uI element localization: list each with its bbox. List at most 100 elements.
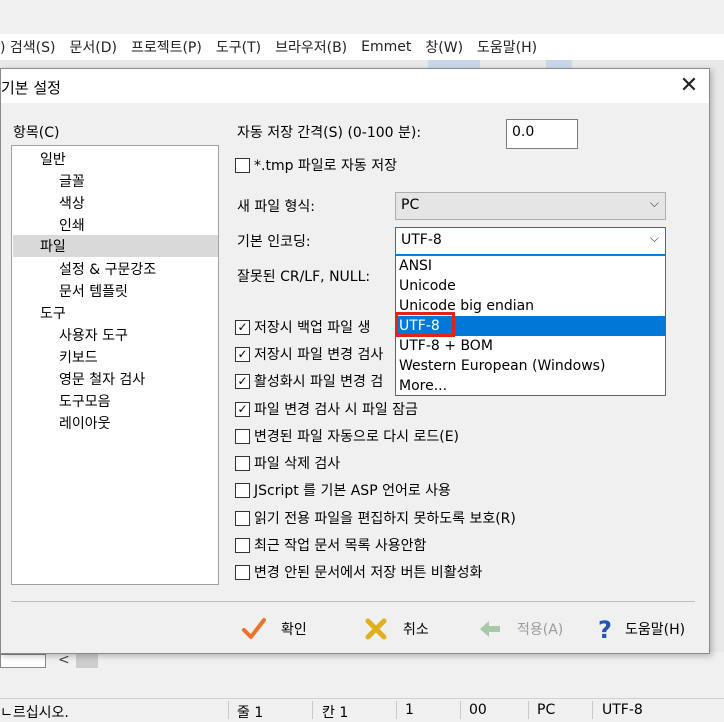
checkbox-box: ✓ (235, 319, 250, 335)
protect-readonly-label: 읽기 전용 파일을 편집하지 못하도록 보호(R) (254, 511, 516, 527)
checkbox-box (235, 482, 250, 498)
checkbox-box: ✓ (235, 346, 250, 362)
encoding-option-unicode[interactable]: Unicode (396, 276, 665, 296)
new-file-format-select[interactable]: PC ⌵ (395, 192, 666, 220)
check-change-on-save-checkbox[interactable]: ✓ 저장시 파일 변경 검사 (235, 344, 383, 364)
checkbox-box (235, 157, 250, 173)
tree-item-spell-check[interactable]: 영문 철자 검사 (59, 369, 145, 389)
status-value-2: 00 (469, 702, 487, 718)
encoding-option-ansi[interactable]: ANSI (396, 256, 665, 276)
new-file-format-value: PC (401, 197, 420, 213)
tree-item-layout[interactable]: 레이아웃 (59, 413, 111, 433)
svg-text:?: ? (598, 616, 612, 642)
cancel-button[interactable]: 취소 (363, 614, 429, 644)
status-column: 칸 1 (322, 705, 349, 721)
scroll-box (0, 654, 46, 668)
crlf-null-label: 잘못된 CR/LF, NULL: (237, 269, 371, 285)
tree-label: 항목(C) (13, 125, 60, 141)
status-line: 줄 1 (237, 705, 264, 721)
checkbox-box: ✓ (235, 373, 250, 389)
menu-item-emmet[interactable]: Emmet (361, 39, 411, 55)
auto-reload-checkbox[interactable]: 변경된 파일 자동으로 다시 로드(E) (235, 426, 459, 446)
tree-item-font[interactable]: 글꼴 (59, 171, 85, 191)
checkmark-icon (241, 616, 267, 642)
checkbox-box (235, 510, 250, 526)
lock-file-checkbox[interactable]: ✓ 파일 변경 검사 시 파일 잠금 (235, 399, 418, 419)
horizontal-scrollbar[interactable]: < (0, 652, 100, 668)
checkbox-box (235, 455, 250, 471)
check-deleted-checkbox[interactable]: 파일 삭제 검사 (235, 453, 340, 473)
status-file-format: PC (537, 702, 556, 718)
checkbox-box (235, 564, 250, 580)
tree-item-file[interactable]: 파일 (40, 236, 66, 256)
protect-readonly-checkbox[interactable]: 읽기 전용 파일을 편집하지 못하도록 보호(R) (235, 508, 516, 528)
disable-save-unchanged-label: 변경 안된 문서에서 저장 버튼 비활성화 (254, 565, 483, 581)
lock-file-label: 파일 변경 검사 시 파일 잠금 (254, 402, 418, 418)
editor-vertical-scrollbar[interactable] (708, 72, 724, 672)
status-encoding: UTF-8 (602, 702, 643, 718)
dialog-title-bar: 기본 설정 ✕ (1, 69, 709, 103)
cross-icon (363, 616, 389, 642)
check-change-on-activate-label: 활성화시 파일 변경 검 (254, 374, 384, 390)
question-icon: ? (593, 616, 619, 642)
autosave-interval-input[interactable]: 0.0 (506, 119, 578, 149)
autosave-interval-label: 자동 저장 간격(S) (0-100 분): (237, 125, 422, 141)
check-change-on-activate-checkbox[interactable]: ✓ 활성화시 파일 변경 검 (235, 371, 383, 391)
ok-button-label: 확인 (281, 622, 307, 638)
encoding-option-western-european[interactable]: Western European (Windows) (396, 356, 665, 376)
backup-on-save-checkbox[interactable]: ✓ 저장시 백업 파일 생 (235, 317, 370, 337)
menu-item-tools[interactable]: 도구(T) (216, 37, 261, 57)
scroll-left-arrow-icon[interactable]: < (58, 652, 70, 668)
auto-reload-label: 변경된 파일 자동으로 다시 로드(E) (254, 429, 460, 445)
category-tree: 일반 글꼴 색상 인쇄 파일 설정 & 구문강조 문서 템플릿 도구 사용자 도… (11, 145, 219, 585)
disable-recent-list-checkbox[interactable]: 최근 작업 문서 목록 사용안함 (235, 535, 426, 555)
close-icon[interactable]: ✕ (669, 69, 709, 103)
tmp-autosave-label: *.tmp 파일로 자동 저장 (254, 158, 397, 174)
new-file-format-label: 새 파일 형식: (237, 199, 316, 215)
menu-item-help[interactable]: 도움말(H) (477, 37, 537, 57)
help-button[interactable]: ? 도움말(H) (593, 614, 685, 644)
default-encoding-label: 기본 인코딩: (237, 234, 311, 250)
checkbox-box: ✓ (235, 401, 250, 417)
button-divider (11, 601, 695, 602)
default-encoding-select[interactable]: UTF-8 ⌵ (395, 227, 666, 255)
tree-item-print[interactable]: 인쇄 (59, 215, 85, 235)
backup-on-save-label: 저장시 백업 파일 생 (254, 320, 371, 336)
chevron-down-icon: ⌵ (649, 196, 659, 210)
preferences-dialog: 기본 설정 ✕ 항목(C) 일반 글꼴 색상 인쇄 파일 설정 & 구문강조 문… (0, 68, 710, 654)
tree-item-user-tools[interactable]: 사용자 도구 (59, 325, 128, 345)
editor-bottom-area (0, 652, 724, 698)
encoding-option-utf8-bom[interactable]: UTF-8 + BOM (396, 336, 665, 356)
jscript-asp-label: JScript 를 기본 ASP 언어로 사용 (254, 483, 451, 499)
tree-item-general[interactable]: 일반 (40, 149, 66, 169)
apply-button-label: 적용(A) (517, 622, 564, 638)
status-hint: ㄴ르십시오. (0, 705, 69, 721)
encoding-option-more[interactable]: More... (396, 376, 665, 396)
tree-item-keyboard[interactable]: 키보드 (59, 347, 98, 367)
scroll-thumb[interactable] (76, 654, 98, 668)
tree-item-templates[interactable]: 문서 템플릿 (59, 281, 128, 301)
check-deleted-label: 파일 삭제 검사 (254, 456, 341, 472)
apply-button[interactable]: 적용(A) (477, 614, 563, 644)
menu-item-window[interactable]: 창(W) (425, 37, 463, 57)
status-bar: ㄴ르십시오. 줄 1 칸 1 1 00 PC UTF-8 (0, 698, 724, 721)
tree-item-toolbars[interactable]: 도구모음 (59, 391, 111, 411)
ok-button[interactable]: 확인 (241, 614, 307, 644)
help-button-label: 도움말(H) (625, 622, 686, 638)
disable-save-unchanged-checkbox[interactable]: 변경 안된 문서에서 저장 버튼 비활성화 (235, 562, 482, 582)
menu-item-search[interactable]: ) 검색(S) (0, 37, 55, 57)
arrow-left-icon (477, 616, 503, 642)
menu-item-browser[interactable]: 브라우저(B) (275, 37, 347, 57)
tree-item-syntax[interactable]: 설정 & 구문강조 (59, 259, 156, 279)
jscript-asp-checkbox[interactable]: JScript 를 기본 ASP 언어로 사용 (235, 480, 451, 500)
tree-item-color[interactable]: 색상 (59, 193, 85, 213)
check-change-on-save-label: 저장시 파일 변경 검사 (254, 347, 384, 363)
menu-item-project[interactable]: 프로젝트(P) (131, 37, 202, 57)
tmp-autosave-checkbox[interactable]: *.tmp 파일로 자동 저장 (235, 155, 397, 175)
checkbox-box (235, 428, 250, 444)
tree-item-tools[interactable]: 도구 (40, 303, 66, 323)
highlight-box (395, 312, 455, 337)
checkbox-box (235, 537, 250, 553)
status-value-1: 1 (405, 702, 414, 718)
menu-item-document[interactable]: 문서(D) (69, 37, 116, 57)
